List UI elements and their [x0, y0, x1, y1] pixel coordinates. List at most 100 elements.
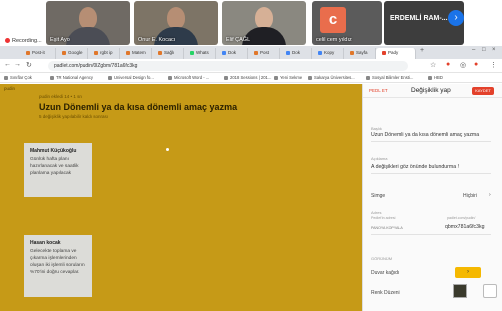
browser-tab-active[interactable]: Pady: [376, 48, 416, 59]
browser-tab[interactable]: Dok: [280, 48, 312, 59]
divider: [371, 173, 491, 174]
browser-tab[interactable]: Kopy: [312, 48, 344, 59]
tab-label: Sayfa: [356, 50, 368, 55]
profile-icon[interactable]: ●: [474, 61, 478, 68]
maximize-icon[interactable]: □: [482, 47, 486, 53]
bookmark-item[interactable]: Sakarya Üniversites...: [308, 75, 355, 80]
post-card[interactable]: Mahmut Küçükoğlu Günlük hafta planı hazı…: [24, 143, 92, 197]
next-participants-button[interactable]: ›: [448, 10, 464, 26]
bookmark-item[interactable]: Universal Design fo...: [108, 75, 154, 80]
browser-tab[interactable]: Sayfa: [344, 48, 376, 59]
bookmark-label: Sınıflar Çok: [10, 75, 32, 80]
new-tab-icon[interactable]: +: [420, 47, 424, 54]
participant-name: ERDEMLİ RAM-...: [390, 15, 448, 22]
bookmark-item[interactable]: Sınıflar Çok: [4, 75, 32, 80]
theme-toggle-icon[interactable]: [483, 284, 497, 298]
section-heading: GÖRÜNÜM: [371, 256, 393, 261]
extension-icon[interactable]: ◎: [460, 61, 466, 69]
participant-initial: c: [320, 7, 346, 33]
theme-thumbnail[interactable]: [453, 284, 467, 298]
extension-icon[interactable]: ●: [446, 61, 450, 68]
tab-label: Sağlı: [164, 50, 175, 55]
bookmark-icon: [274, 75, 278, 80]
recording-indicator: Recording...: [2, 37, 45, 45]
minimize-icon[interactable]: –: [472, 47, 475, 53]
padlet-canvas[interactable]: pudin pudin ekledi 14 • 1 sn Uzun Döneml…: [0, 84, 362, 311]
browser-tab[interactable]: Whats: [184, 48, 216, 59]
participant-tile[interactable]: Elif ÇAĞL: [222, 1, 306, 45]
browser-tab[interactable]: Google: [56, 48, 88, 59]
browser-tab[interactable]: Matem: [120, 48, 152, 59]
panel-back-link[interactable]: PEDL ET: [369, 88, 388, 93]
participant-body: [66, 27, 110, 45]
back-icon[interactable]: ←: [4, 61, 11, 68]
bookmark-item[interactable]: Sosyal Bilimler Ensti...: [366, 75, 413, 80]
bookmark-label: Microsoft Word - ...: [174, 75, 210, 80]
bookmark-label: Universal Design fo...: [114, 75, 154, 80]
title-field[interactable]: Uzun Dönemli ya da kısa dönemli amaç yaz…: [371, 132, 479, 138]
icon-row-value[interactable]: Hiçbiri: [463, 193, 477, 199]
participant-face: [255, 7, 273, 29]
browser-tab[interactable]: Post: [248, 48, 280, 59]
bookmark-icon: [108, 75, 112, 80]
participant-tile[interactable]: c celil cem yıldız: [312, 1, 382, 45]
tab-favicon-icon: [26, 50, 30, 55]
bookmark-label: 2018 Sessions | 201...: [230, 75, 272, 80]
bookmark-item[interactable]: TR National Agency: [50, 75, 93, 80]
tab-favicon-icon: [382, 50, 386, 55]
browser-tab[interactable]: Post-it: [20, 48, 56, 59]
participant-name: Elif ÇAĞL: [226, 37, 251, 43]
record-dot-icon: [5, 38, 10, 44]
padlet-title: Uzun Dönemli ya da kısa dönemli amaç yaz…: [39, 102, 238, 112]
post-author: Hasan kocak: [30, 240, 61, 246]
participant-name: Eşit Ayo: [50, 37, 70, 43]
bookmark-icon: [50, 75, 54, 80]
tab-label: Post-it: [32, 50, 45, 55]
browser-tab[interactable]: Dok: [216, 48, 248, 59]
address-prefix: padlet.com/pudin/: [447, 216, 476, 220]
tab-favicon-icon: [350, 50, 354, 55]
bookmark-item[interactable]: Microsoft Word - ...: [168, 75, 209, 80]
star-icon[interactable]: ☆: [430, 61, 436, 69]
save-button[interactable]: KAYDET: [472, 87, 494, 95]
post-card[interactable]: Hasan kocak Gelecekte toplama ve çıkarma…: [24, 235, 92, 297]
copy-to-board-label[interactable]: PANOYA KOPYALA: [371, 226, 403, 230]
panel-title: Değişiklik yap: [411, 87, 451, 94]
divider: [371, 234, 491, 235]
tab-label: rgbt ip: [100, 50, 113, 55]
bookmark-item[interactable]: HBD: [428, 75, 443, 80]
address-field[interactable]: qbmx781a6fc3kg: [445, 224, 485, 230]
chevron-right-icon: ›: [489, 192, 491, 198]
address-field-label: Adres: [371, 210, 382, 215]
browser-tab[interactable]: rgbt ip: [88, 48, 120, 59]
url-input[interactable]: padlet.com/pudin/0lZgbm/781a6fc3kg: [48, 61, 408, 71]
tab-favicon-icon: [190, 50, 194, 55]
reload-icon[interactable]: ↻: [26, 61, 32, 69]
wallpaper-row-label: Duvar kağıdı: [371, 270, 400, 276]
close-icon[interactable]: ×: [492, 47, 496, 53]
tab-label: Dok: [292, 50, 301, 55]
bookmark-item[interactable]: 2018 Sessions | 201...: [224, 75, 271, 80]
recording-label: Recording...: [12, 38, 42, 44]
participant-name: Onur E. Kocacı: [138, 37, 176, 43]
menu-icon[interactable]: ⋮: [490, 61, 497, 69]
participant-tile[interactable]: Onur E. Kocacı: [134, 1, 218, 45]
panel-header: PEDL ET Değişiklik yap KAYDET: [363, 84, 502, 98]
tab-label: Kopy: [324, 50, 335, 55]
bookmark-label: Sakarya Üniversites...: [314, 75, 355, 80]
forward-icon[interactable]: →: [14, 61, 21, 68]
wallpaper-swatch-button[interactable]: ›: [455, 267, 481, 278]
theme-row-label: Renk Düzeni: [371, 290, 400, 296]
tab-label: Whats: [196, 50, 209, 55]
post-author: Mahmut Küçükoğlu: [30, 148, 77, 154]
bookmark-label: Sosyal Bilimler Ensti...: [372, 75, 414, 80]
address-hint: Pedlet'in adresi: [371, 216, 396, 220]
description-field[interactable]: A değişikleri göz önünde bulundurma !: [371, 164, 459, 170]
participant-tile[interactable]: Eşit Ayo: [46, 1, 130, 45]
tab-label: Dok: [228, 50, 237, 55]
bookmark-item[interactable]: Yeni Sekme: [274, 75, 302, 80]
tab-favicon-icon: [158, 50, 162, 55]
tab-label: Matem: [132, 50, 146, 55]
browser-tab[interactable]: Sağlı: [152, 48, 184, 59]
padlet-meta: pudin ekledi 14 • 1 sn: [39, 94, 82, 99]
